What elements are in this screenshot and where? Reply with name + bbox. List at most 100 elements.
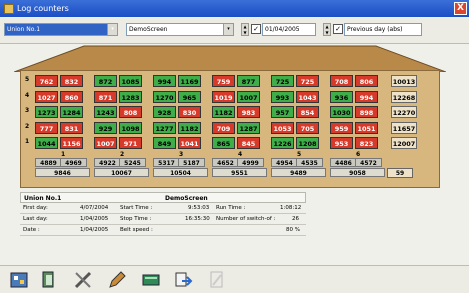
counter-cell[interactable]: 1041 xyxy=(178,137,201,149)
counter-cell[interactable]: 1208 xyxy=(296,137,319,149)
period-select[interactable]: Previous day (abs) xyxy=(344,23,422,36)
unit-select[interactable]: Union No.1 ▾ xyxy=(4,23,118,36)
counter-cell[interactable]: 965 xyxy=(178,90,201,103)
row-total: 12270 xyxy=(391,106,417,118)
counter-cell[interactable]: 928 xyxy=(153,106,176,118)
counter-cell[interactable]: 994 xyxy=(153,75,176,87)
counter-cell[interactable]: 759 xyxy=(212,75,235,87)
counter-cell[interactable]: 971 xyxy=(119,137,142,149)
counter-cell[interactable]: 1270 xyxy=(153,90,176,103)
group-total: 9551 xyxy=(212,168,267,177)
date-value: 1/04/2005 xyxy=(80,227,109,233)
counter-cell[interactable]: 1019 xyxy=(212,90,235,103)
counter-cell[interactable]: 993 xyxy=(271,90,294,103)
counter-cell[interactable]: 854 xyxy=(296,106,319,118)
counter-cell[interactable]: 959 xyxy=(330,121,353,134)
counter-cell[interactable]: 865 xyxy=(212,137,235,149)
date-checkbox[interactable]: ✓ xyxy=(251,24,261,34)
counter-cell[interactable]: 1098 xyxy=(119,121,142,134)
switch-off-value: 26 xyxy=(292,216,299,222)
counter-cell[interactable]: 1182 xyxy=(212,106,235,118)
counter-cell[interactable]: 953 xyxy=(330,137,353,149)
counter-cell[interactable]: 845 xyxy=(237,137,260,149)
counter-cell[interactable]: 1043 xyxy=(296,90,319,103)
export-icon[interactable] xyxy=(172,269,194,291)
counter-cell[interactable]: 929 xyxy=(94,121,117,134)
counter-cell[interactable]: 725 xyxy=(271,75,294,87)
counter-cell[interactable]: 1051 xyxy=(355,121,378,134)
close-button[interactable]: X xyxy=(454,2,467,15)
counter-cell[interactable]: 1243 xyxy=(94,106,117,118)
column-total: 4969 xyxy=(60,158,87,167)
app-icon xyxy=(4,3,14,14)
counter-cell[interactable]: 831 xyxy=(60,121,83,134)
info-screen-name: DemoScreen xyxy=(165,195,208,202)
info-row: Date : 1/04/2005 Belt speed : 80 % xyxy=(20,225,306,236)
counter-cell[interactable]: 705 xyxy=(296,121,319,134)
printer-icon[interactable] xyxy=(38,269,60,291)
counter-cell[interactable]: 1085 xyxy=(119,75,142,87)
counter-cell[interactable]: 806 xyxy=(355,75,378,87)
counter-cell[interactable]: 1156 xyxy=(60,137,83,149)
counter-cell[interactable]: 1273 xyxy=(35,106,58,118)
group-number: 3 xyxy=(179,151,184,158)
counter-cell[interactable]: 860 xyxy=(60,90,83,103)
counter-cell[interactable]: 936 xyxy=(330,90,353,103)
counter-cell[interactable]: 1053 xyxy=(271,121,294,134)
chevron-down-icon[interactable]: ▾ xyxy=(107,24,117,35)
counter-cell[interactable]: 1284 xyxy=(60,106,83,118)
date-spinner[interactable]: ▲ ▼ xyxy=(241,23,249,36)
settings-icon[interactable] xyxy=(8,269,30,291)
column-total: 4535 xyxy=(296,158,323,167)
counter-cell[interactable]: 1277 xyxy=(153,121,176,134)
date-field[interactable]: 01/04/2005 xyxy=(262,23,316,36)
screen-select[interactable]: DemoScreen ▾ xyxy=(126,23,234,36)
counter-cell[interactable]: 832 xyxy=(60,75,83,87)
column-total: 4889 xyxy=(35,158,62,167)
row-total: 12268 xyxy=(391,90,417,103)
counter-cell[interactable]: 709 xyxy=(212,121,235,134)
tools-icon[interactable] xyxy=(72,269,94,291)
counter-cell[interactable]: 725 xyxy=(296,75,319,87)
counter-cell[interactable]: 1283 xyxy=(119,90,142,103)
start-time-value: 9:53:03 xyxy=(188,205,210,211)
counter-cell[interactable]: 823 xyxy=(355,137,378,149)
chevron-down-icon[interactable]: ▾ xyxy=(223,24,233,35)
counter-cell[interactable]: 983 xyxy=(237,106,260,118)
counter-cell[interactable]: 849 xyxy=(153,137,176,149)
period-spinner[interactable]: ▲ ▼ xyxy=(323,23,331,36)
counter-cell[interactable]: 872 xyxy=(94,75,117,87)
counter-cell[interactable]: 898 xyxy=(355,106,378,118)
counter-cell[interactable]: 1027 xyxy=(35,90,58,103)
switch-off-label: Number of switch-of : xyxy=(216,216,276,222)
group-number: 4 xyxy=(238,151,243,158)
counter-cell[interactable]: 994 xyxy=(355,90,378,103)
counter-cell[interactable]: 1044 xyxy=(35,137,58,149)
counter-cell[interactable]: 777 xyxy=(35,121,58,134)
counter-cell[interactable]: 1007 xyxy=(237,90,260,103)
row-number: 3 xyxy=(25,107,30,114)
column-total: 4486 xyxy=(330,158,357,167)
counter-cell[interactable]: 1182 xyxy=(178,121,201,134)
run-time-label: Run Time : xyxy=(216,205,246,211)
counter-cell[interactable]: 957 xyxy=(271,106,294,118)
counter-cell[interactable]: 1169 xyxy=(178,75,201,87)
counter-cell[interactable]: 1007 xyxy=(94,137,117,149)
column-total: 4999 xyxy=(237,158,264,167)
counter-cell[interactable]: 1287 xyxy=(237,121,260,134)
column-total: 4922 xyxy=(94,158,121,167)
database-icon[interactable] xyxy=(140,269,162,291)
counter-cell[interactable]: 762 xyxy=(35,75,58,87)
top-toolbar: Union No.1 ▾ DemoScreen ▾ ▲ ▼ ✓ 01/04/200… xyxy=(0,18,469,44)
counter-cell[interactable]: 871 xyxy=(94,90,117,103)
column-total: 5317 xyxy=(153,158,180,167)
edit-icon[interactable] xyxy=(106,269,128,291)
run-time-value: 1:08:12 xyxy=(280,205,302,211)
counter-cell[interactable]: 1226 xyxy=(271,137,294,149)
period-checkbox[interactable]: ✓ xyxy=(333,24,343,34)
counter-cell[interactable]: 708 xyxy=(330,75,353,87)
counter-cell[interactable]: 808 xyxy=(119,106,142,118)
counter-cell[interactable]: 830 xyxy=(178,106,201,118)
counter-cell[interactable]: 1030 xyxy=(330,106,353,118)
counter-cell[interactable]: 877 xyxy=(237,75,260,87)
